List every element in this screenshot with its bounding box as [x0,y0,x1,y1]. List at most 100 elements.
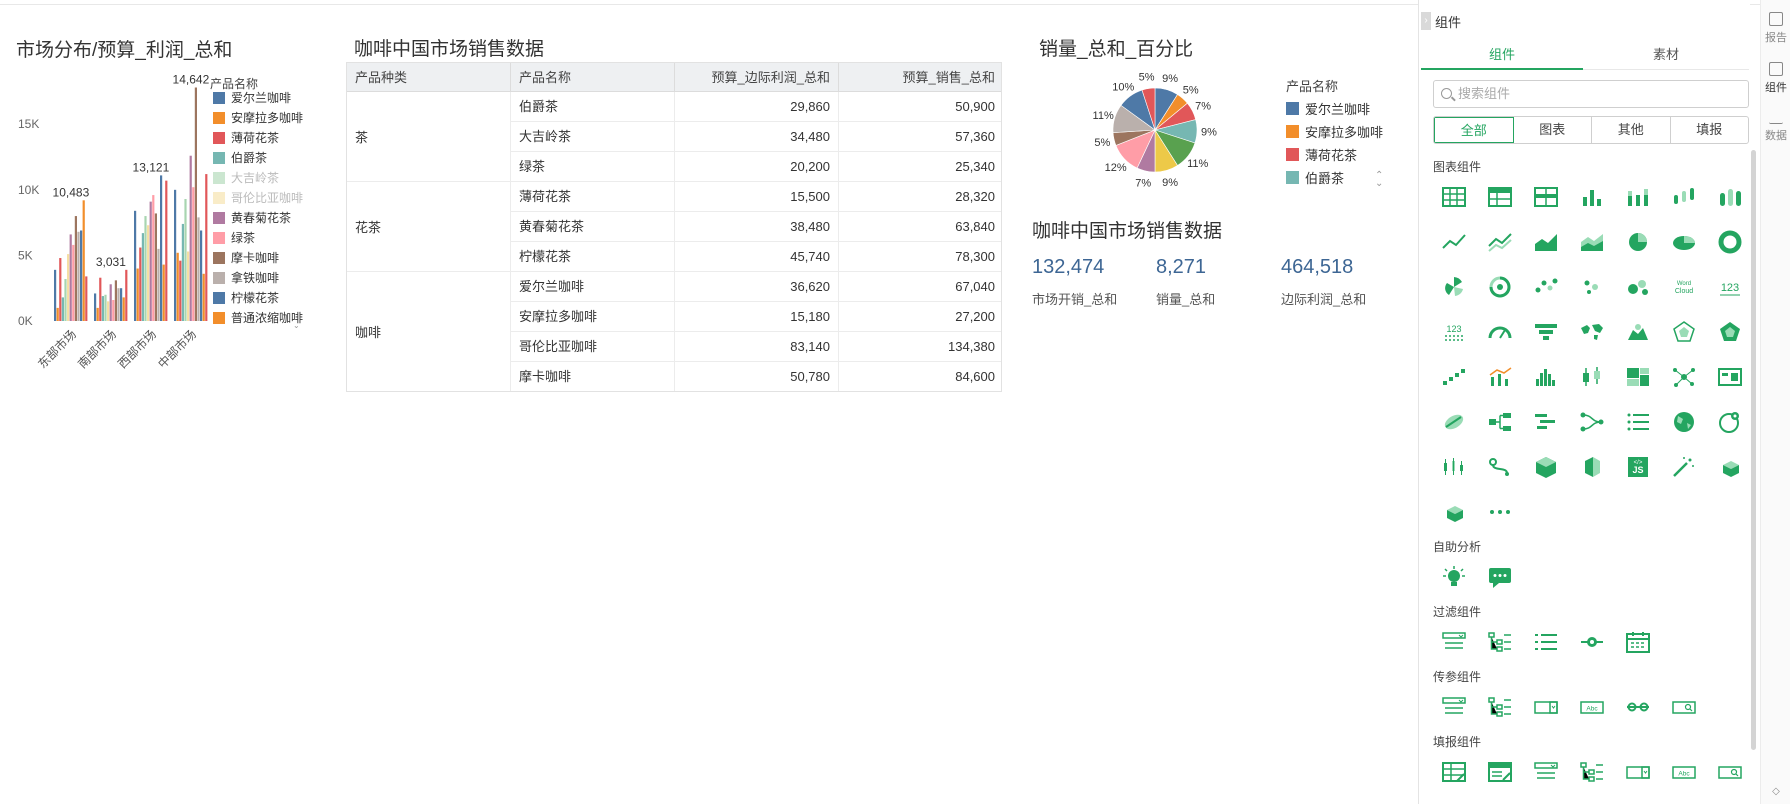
waterfall-component[interactable] [1431,354,1477,399]
rail-toggle-icon[interactable]: ◇ [1761,786,1790,797]
filter-other-button[interactable]: 其他 [1592,117,1671,143]
pie-legend-item[interactable]: 爱尔兰咖啡 [1286,97,1383,120]
grouped-table-component[interactable] [1523,174,1569,219]
text-box-component[interactable]: Abc [1661,749,1707,794]
treemap-component[interactable] [1615,354,1661,399]
gantt-component[interactable] [1523,399,1569,444]
filter-dropdown-component[interactable] [1431,619,1477,664]
filter-tree-component[interactable] [1569,749,1615,794]
combo-chart-component[interactable] [1477,354,1523,399]
stacked-bar-component[interactable] [1615,174,1661,219]
js-component[interactable]: JS </> [1615,444,1661,489]
dashboard-canvas[interactable]: 市场分布/预算_利润_总和 0K 5K 10K 15K 10,483 东部市场 3,031 南… [0,6,1418,804]
shape-3d-component[interactable] [1431,489,1477,534]
histogram-component[interactable] [1523,354,1569,399]
search-box-component[interactable] [1707,749,1753,794]
sankey-component[interactable] [1569,399,1615,444]
filter-dropdown-component[interactable] [1431,684,1477,729]
globe-pin-component[interactable] [1707,399,1753,444]
fill-form-component[interactable] [1477,749,1523,794]
tree-component[interactable] [1477,399,1523,444]
chat-component[interactable] [1477,554,1523,599]
area-chart-component[interactable] [1523,219,1569,264]
rail-components[interactable]: 组件 [1761,62,1790,95]
filter-all-button[interactable]: 全部 [1434,117,1514,143]
collapse-panel-button[interactable]: › [1421,12,1431,30]
building-component[interactable] [1569,444,1615,489]
rose-component[interactable] [1431,264,1477,309]
header-sales[interactable]: 预算_销售_总和 [839,63,1001,92]
filter-chart-button[interactable]: 图表 [1514,117,1592,143]
pentagon-component[interactable] [1707,309,1753,354]
legend-item-label: 柠檬花茶 [231,290,279,305]
filter-tree-component[interactable] [1477,684,1523,729]
tab-materials[interactable]: 素材 [1585,40,1747,70]
pie-legend-item[interactable]: 安摩拉多咖啡 [1286,120,1383,143]
number-list-component[interactable]: 123 [1431,309,1477,354]
filter-list-component[interactable] [1523,619,1569,664]
pie-component[interactable] [1615,219,1661,264]
shape-3d-component[interactable] [1707,444,1753,489]
range-bar-component[interactable] [1661,174,1707,219]
table-component[interactable] [1431,174,1477,219]
filter-dropdown-component[interactable] [1523,749,1569,794]
rounded-bar-component[interactable] [1707,174,1753,219]
input-box-component[interactable] [1523,684,1569,729]
panel-scrollbar[interactable] [1751,150,1756,750]
range-slider-component[interactable] [1615,684,1661,729]
bar [149,201,152,321]
bar-chart[interactable]: 0K 5K 10K 15K 10,483 东部市场 3,031 南部市场 13,121 西部市场 1… [10,66,310,396]
header-margin[interactable]: 预算_边际利润_总和 [675,63,839,92]
filter-fill-button[interactable]: 填报 [1671,117,1749,143]
pie-chart[interactable]: 9% 5% 7% 9% 11% 9% 7% 12% 5% 11% 10% 5% [1080,68,1230,208]
slider-component[interactable] [1569,619,1615,664]
stacked-area-component[interactable] [1569,219,1615,264]
line-chart-component[interactable] [1431,219,1477,264]
rail-report[interactable]: 报告 [1761,12,1790,45]
network-component[interactable] [1661,354,1707,399]
funnel-component[interactable] [1523,309,1569,354]
gauge-ring-component[interactable] [1477,264,1523,309]
boxplot-component[interactable] [1569,354,1615,399]
globe-component[interactable] [1661,399,1707,444]
world-map-component[interactable] [1569,309,1615,354]
cube-component[interactable] [1523,444,1569,489]
route-map-component[interactable] [1477,444,1523,489]
magic-component[interactable] [1661,444,1707,489]
bar-chart-component[interactable] [1569,174,1615,219]
donut-component[interactable] [1707,219,1753,264]
dot-component[interactable] [1569,264,1615,309]
tab-components[interactable]: 组件 [1421,40,1583,70]
header-category[interactable]: 产品种类 [347,63,511,92]
multi-line-component[interactable] [1477,219,1523,264]
wordcloud-component[interactable]: Word Cloud [1661,264,1707,309]
insight-component[interactable] [1431,554,1477,599]
number-component[interactable]: 123 [1707,264,1753,309]
rail-data[interactable]: 数据 [1761,110,1790,143]
map-pin-component[interactable] [1615,309,1661,354]
pie-legend-item[interactable]: 薄荷花茶 [1286,143,1383,166]
leaf-component[interactable] [1431,399,1477,444]
header-product[interactable]: 产品名称 [511,63,675,92]
radar-component[interactable] [1661,309,1707,354]
cross-table-component[interactable] [1477,174,1523,219]
filter-tree-component[interactable] [1477,619,1523,664]
bubble-component[interactable] [1615,264,1661,309]
calendar-component[interactable] [1615,619,1661,664]
list-component[interactable] [1615,399,1661,444]
gauge-component[interactable] [1477,309,1523,354]
candlestick-component[interactable] [1431,444,1477,489]
more-component[interactable] [1477,489,1523,534]
pie-3d-component[interactable] [1661,219,1707,264]
text-box-component[interactable]: Abc [1569,684,1615,729]
scatter-component[interactable] [1523,264,1569,309]
search-input[interactable]: 搜索组件 [1433,80,1749,108]
input-box-component[interactable] [1615,749,1661,794]
fill-table-component[interactable] [1431,749,1477,794]
y-tick-label: 0K [18,314,33,328]
kpi-card-component[interactable] [1707,354,1753,399]
sales-table[interactable]: 产品种类 产品名称 预算_边际利润_总和 预算_销售_总和 茶伯爵茶 29,860… [346,62,1002,392]
pie-legend-item[interactable]: 伯爵茶 [1286,166,1383,189]
search-box-component[interactable] [1661,684,1707,729]
legend-scroll-icon[interactable]: ⌃ ⌄ [1375,171,1383,189]
